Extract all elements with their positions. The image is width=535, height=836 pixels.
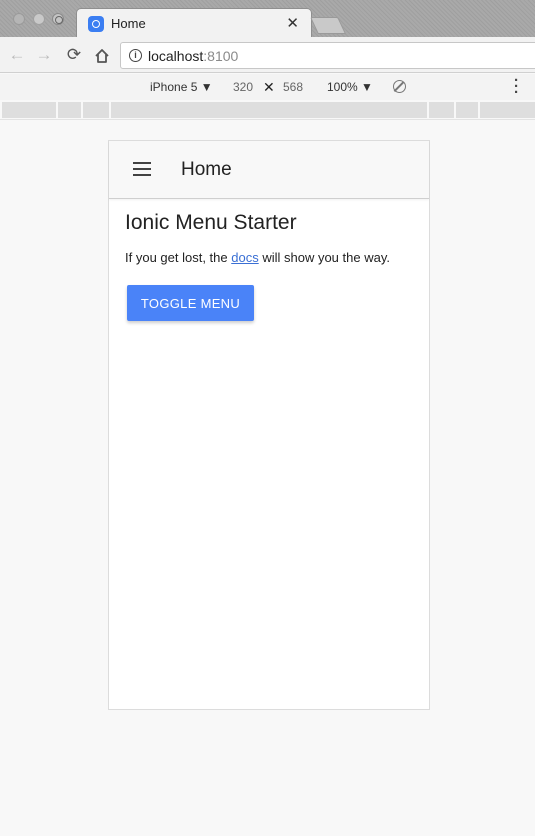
url-port: :8100 [203,48,239,64]
ruler-segment[interactable] [456,102,478,118]
page-content: Ionic Menu Starter If you get lost, the … [125,211,415,267]
tab-close-icon[interactable]: ✕ [286,14,299,32]
content-paragraph: If you get lost, the docs will show you … [125,249,415,267]
hamburger-menu-icon[interactable] [133,162,151,176]
ruler-segment[interactable] [83,102,109,118]
ionic-favicon-icon [88,16,104,32]
home-icon[interactable] [94,48,110,64]
window-minimize-button[interactable] [33,13,45,25]
zoom-select[interactable]: 100% ▼ [327,80,373,94]
content-heading: Ionic Menu Starter [125,211,297,234]
title-bar: Home ✕ [0,0,535,37]
device-width-field[interactable]: 320 [233,80,253,94]
more-options-icon[interactable]: · · · [514,73,519,100]
new-tab-button[interactable] [310,17,346,34]
dimension-times-icon: ✕ [263,79,275,95]
ruler-segment[interactable] [429,102,454,118]
device-viewport: Home Ionic Menu Starter If you get lost,… [108,140,430,710]
url-text: localhost:8100 [148,48,238,64]
device-toolbar: iPhone 5 ▼ 320 ✕ 568 100% ▼ · · · [0,73,535,100]
browser-toolbar: ← → ⟳ i localhost:8100 [0,37,535,73]
paragraph-text-start: If you get lost, the [125,250,232,265]
page-title: Home [181,159,232,180]
window-maximize-button[interactable] [52,13,64,25]
docs-link[interactable]: docs [231,250,258,265]
forward-arrow-icon[interactable]: → [34,45,54,65]
reload-icon[interactable]: ⟳ [64,45,84,65]
back-arrow-icon[interactable]: ← [7,45,27,65]
media-query-ruler [0,100,535,120]
app-header: Home [109,141,429,199]
info-icon[interactable]: i [129,49,142,62]
ruler-segment[interactable] [111,102,427,118]
paragraph-text-end: will show you the way. [258,250,390,265]
url-host: localhost [148,48,204,64]
device-select[interactable]: iPhone 5 ▼ [150,80,213,94]
window-close-button[interactable] [13,13,25,25]
browser-tab[interactable]: Home ✕ [76,8,312,37]
address-bar[interactable]: i localhost:8100 [120,42,535,69]
toggle-menu-button[interactable]: TOGGLE MENU [127,285,254,321]
tab-title: Home [111,16,146,31]
ruler-segment[interactable] [480,102,535,118]
rotate-icon[interactable] [393,80,406,93]
device-height-field[interactable]: 568 [283,80,303,94]
ruler-segment[interactable] [58,102,81,118]
ruler-segment[interactable] [2,102,56,118]
